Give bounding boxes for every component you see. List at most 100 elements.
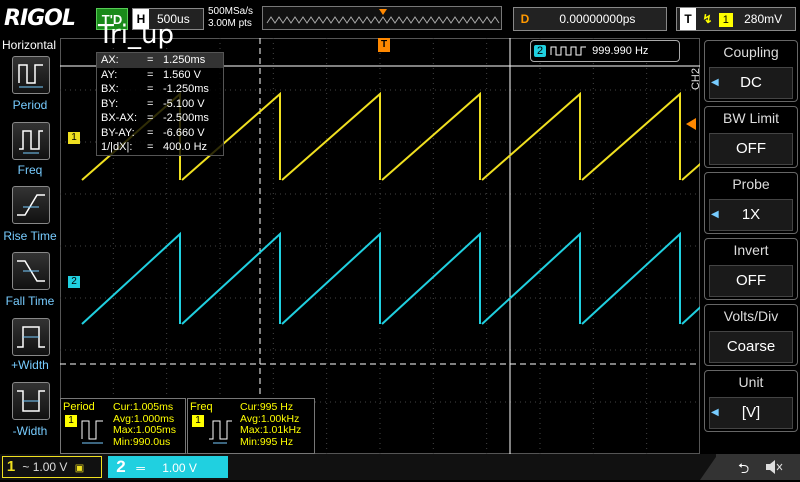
measurement-values: Cur:1.005ms Avg:1.000ms Max:1.005ms Min:…	[113, 401, 176, 448]
cursor-value: -2.500ms	[163, 112, 209, 124]
delay-display[interactable]: D 0.00000000ps	[513, 7, 667, 31]
menu-unit[interactable]: Unit [V] ◀	[704, 370, 798, 432]
current-value: Cur:1.005ms	[113, 401, 174, 413]
negative-width-icon	[17, 390, 45, 412]
cursor-equals: =	[147, 54, 154, 66]
selector-arrow-icon: ◀	[711, 77, 719, 88]
memory-overview-icon	[266, 9, 500, 24]
positive-width-label: +Width	[11, 358, 49, 372]
rise-time-icon	[17, 194, 45, 216]
freq-icon	[19, 130, 43, 154]
freq-label: Freq	[17, 163, 43, 177]
fall-time-button[interactable]	[12, 252, 50, 290]
trigger-level: 280mV	[744, 12, 783, 26]
ac-coupling-icon: ~	[22, 460, 30, 474]
trigger-level-marker[interactable]	[686, 118, 696, 130]
measurement-title: Period	[63, 401, 95, 413]
ch2-status[interactable]: 2 ═ 1.00 V	[108, 456, 228, 478]
cursor-row: BX: = -1.250ms	[97, 82, 223, 97]
menu-item-value: Coarse	[709, 331, 793, 363]
trigger-label: T	[680, 8, 696, 30]
rise-time-button[interactable]	[12, 186, 50, 224]
cursor-value: 1.560 V	[163, 68, 201, 81]
period-icon	[18, 64, 43, 88]
period-label: Period	[12, 98, 48, 112]
cursor-value: -1.250ms	[163, 83, 209, 95]
sample-rate: 500MSa/s	[208, 6, 254, 17]
cursor-key: AX:	[101, 54, 119, 66]
square-wave-icon	[550, 46, 587, 56]
freq-icon	[209, 420, 232, 444]
menu-channel-label: CH2	[690, 68, 702, 91]
ch2-waveform	[81, 231, 700, 325]
menu-invert[interactable]: Invert OFF	[704, 238, 798, 300]
cursor-key: AY:	[101, 68, 118, 81]
menu-bw-limit[interactable]: BW Limit OFF	[704, 106, 798, 168]
sound-muted-icon[interactable]	[764, 458, 784, 476]
counter-channel: 2	[534, 45, 546, 57]
cursor-key: BX:	[101, 83, 119, 95]
measurement-channel: 1	[192, 415, 204, 427]
cursor-row: AX: = 1.250ms	[97, 53, 223, 68]
menu-item-value: DC	[709, 67, 793, 99]
measurement-period[interactable]: Period 1 Cur:1.005ms Avg:1.000ms Max:1.0…	[60, 398, 186, 454]
cursor-equals: =	[147, 97, 154, 110]
min-value: Min:990.0us	[113, 435, 171, 448]
menu-volts-div[interactable]: Volts/Div Coarse	[704, 304, 798, 366]
menu-probe[interactable]: Probe 1X ◀	[704, 172, 798, 234]
ch1-status[interactable]: 1 ~ 1.00 V ▣	[2, 456, 102, 478]
selector-arrow-icon: ◀	[711, 209, 719, 220]
cursor-equals: =	[147, 126, 154, 139]
trigger-position-marker[interactable]: T	[378, 38, 390, 52]
trigger-display[interactable]: T ↯ 1 280mV	[676, 7, 796, 31]
cursor-value: 400.0 Hz	[163, 141, 208, 153]
cursor-equals: =	[147, 68, 154, 81]
measurement-title: Freq	[190, 401, 213, 413]
system-status-area: ⮌	[716, 454, 800, 480]
cursor-row: BY-AY: = -6.660 V	[97, 126, 223, 141]
measurement-freq[interactable]: Freq 1 Cur:995 Hz Avg:1.00kHz Max:1.01kH…	[187, 398, 315, 454]
cursor-value: -5.100 V	[163, 97, 205, 110]
cursor-equals: =	[147, 112, 154, 124]
bw-limit-icon: ▣	[74, 463, 85, 474]
cursor-row: 1/|dX|: = 400.0 Hz	[97, 140, 223, 155]
menu-item-title: Volts/Div	[723, 308, 779, 324]
delay-value: 0.00000000ps	[559, 12, 636, 26]
period-icon	[81, 420, 103, 444]
channel-status-bar: 1 ~ 1.00 V ▣ 2 ═ 1.00 V ⮌	[0, 454, 800, 480]
positive-width-button[interactable]	[12, 318, 50, 356]
negative-width-button[interactable]	[12, 382, 50, 420]
min-value: Min:995 Hz	[240, 435, 294, 448]
ch1-offset-marker[interactable]: 1	[68, 132, 80, 144]
cursor-key: BY:	[101, 97, 119, 110]
max-value: Max:1.01kHz	[240, 424, 302, 436]
rise-time-label: Rise Time	[3, 229, 57, 243]
menu-item-title: Coupling	[723, 44, 779, 60]
rising-edge-icon: ↯	[702, 12, 713, 26]
cursor-value: -6.660 V	[163, 126, 205, 139]
menu-coupling[interactable]: Coupling DC ◀	[704, 40, 798, 102]
cursor-value: 1.250ms	[163, 54, 206, 66]
ch2-offset-marker[interactable]: 2	[68, 276, 80, 288]
menu-item-title: BW Limit	[723, 110, 779, 126]
cursor-key: 1/|dX|:	[101, 141, 133, 153]
cursor-row: BY: = -5.100 V	[97, 97, 223, 112]
menu-item-value: OFF	[709, 265, 793, 297]
fall-time-icon	[17, 260, 45, 282]
measurement-values: Cur:995 Hz Avg:1.00kHz Max:1.01kHz Min:9…	[240, 401, 302, 448]
counter-value: 999.990 Hz	[592, 45, 649, 57]
menu-item-title: Probe	[732, 176, 770, 192]
memory-depth: 3.00M pts	[208, 18, 252, 29]
period-button[interactable]	[12, 56, 50, 94]
menu-item-value: 1X	[709, 199, 793, 231]
delay-label: D	[520, 12, 530, 26]
waveform-position-bar[interactable]	[262, 6, 502, 30]
menu-item-value: OFF	[709, 133, 793, 165]
cursor-row: BX-AX: = -2.500ms	[97, 111, 223, 126]
negative-width-label: -Width	[12, 424, 48, 438]
measurement-channel: 1	[65, 415, 77, 427]
freq-button[interactable]	[12, 122, 50, 160]
cursor-key: BY-AY:	[101, 126, 135, 139]
cursor-equals: =	[147, 83, 154, 95]
current-value: Cur:995 Hz	[240, 401, 294, 413]
